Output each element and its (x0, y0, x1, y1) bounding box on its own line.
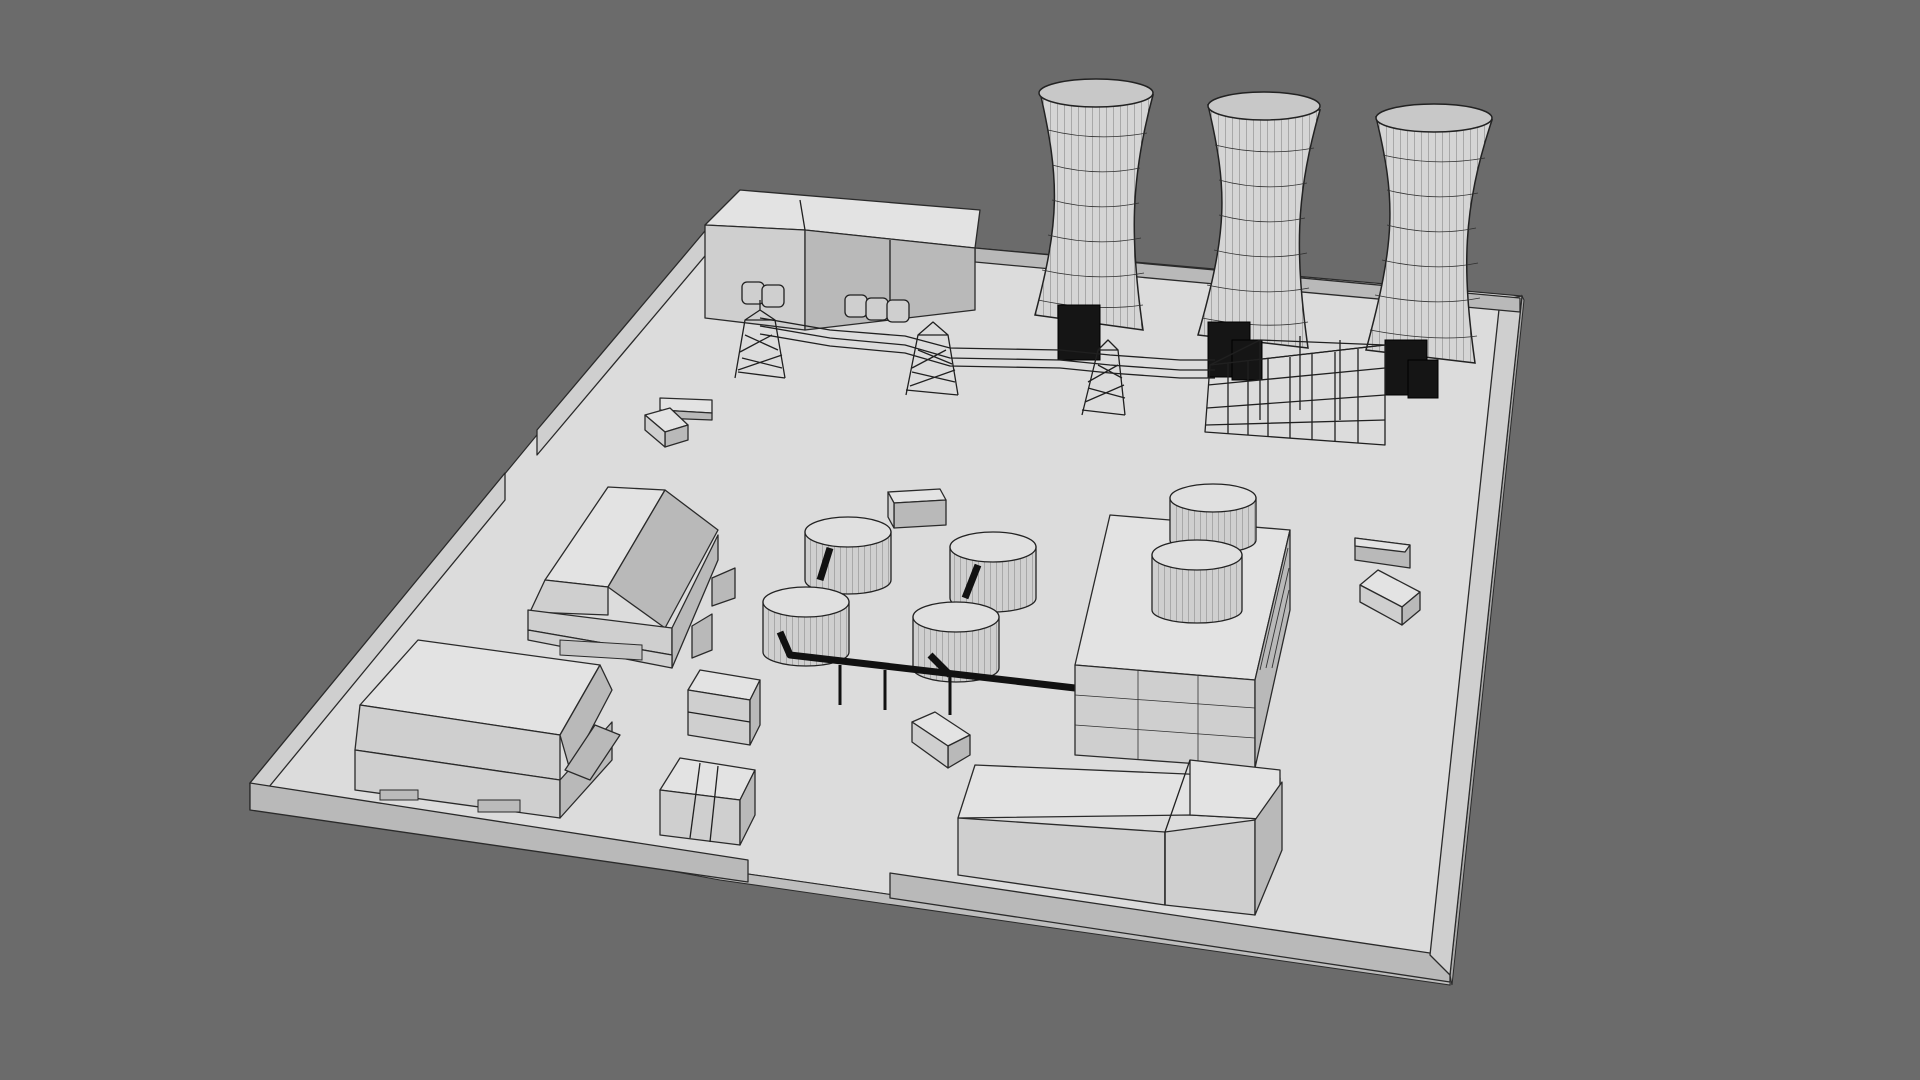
ground-plate (248, 224, 1525, 986)
warehouse-2 (354, 639, 621, 819)
industrial-site-render (248, 78, 1525, 986)
stacked-crates-2 (659, 757, 756, 846)
stacked-crates-1 (687, 669, 761, 746)
garage-building (704, 189, 981, 331)
platform-tank-2 (1151, 539, 1243, 624)
crate-center-back (887, 488, 947, 529)
storage-tank-2 (949, 531, 1037, 613)
storage-tank-1 (804, 516, 892, 595)
cooling-tower-1 (1034, 78, 1154, 331)
cooling-tower-2 (1197, 91, 1321, 349)
